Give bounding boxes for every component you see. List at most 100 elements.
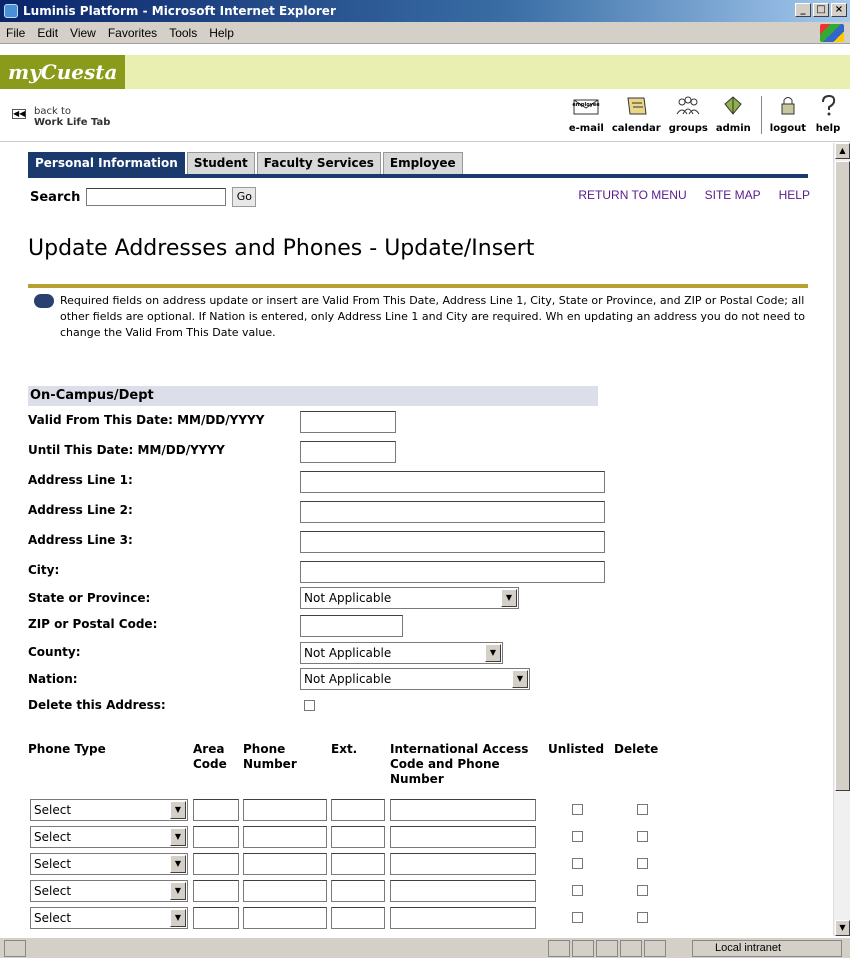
return-to-menu-link[interactable]: RETURN TO MENU	[578, 188, 686, 202]
area-code-input[interactable]	[193, 880, 239, 902]
unlisted-checkbox[interactable]	[572, 858, 583, 869]
phone-type-value: Select	[34, 830, 72, 844]
help-tool[interactable]: help	[814, 94, 842, 134]
email-tool[interactable]: employee e-mail	[569, 94, 604, 134]
employee-email-icon: employee	[573, 99, 601, 115]
groups-tool[interactable]: groups	[669, 94, 708, 134]
phone-number-header: Phone Number	[243, 742, 297, 771]
title-divider	[28, 284, 808, 288]
state-select[interactable]: Not Applicable ▼	[300, 587, 519, 609]
address-line-1-input[interactable]	[300, 471, 605, 493]
close-button[interactable]: ×	[831, 3, 847, 17]
section-header: On-Campus/Dept	[28, 386, 598, 406]
menu-favorites[interactable]: Favorites	[108, 26, 157, 40]
delete-header: Delete	[614, 742, 659, 756]
ext-input[interactable]	[331, 907, 385, 929]
delete-address-checkbox[interactable]	[304, 700, 315, 711]
unlisted-checkbox[interactable]	[572, 885, 583, 896]
site-map-link[interactable]: SITE MAP	[705, 188, 761, 202]
phone-type-select[interactable]: Select ▼	[30, 907, 188, 929]
phone-type-select[interactable]: Select ▼	[30, 799, 188, 821]
tab-faculty-services[interactable]: Faculty Services	[256, 152, 381, 174]
address-line-1-label: Address Line 1:	[28, 473, 133, 487]
chevron-down-icon: ▼	[170, 882, 186, 900]
unlisted-header: Unlisted	[548, 742, 605, 756]
unlisted-checkbox[interactable]	[572, 831, 583, 842]
unlisted-checkbox[interactable]	[572, 804, 583, 815]
help-link[interactable]: HELP	[779, 188, 810, 202]
phone-number-input[interactable]	[243, 853, 327, 875]
menu-tools[interactable]: Tools	[169, 26, 197, 40]
scroll-thumb[interactable]	[835, 161, 850, 791]
tab-employee[interactable]: Employee	[382, 152, 463, 174]
intl-header: International Access Code and Phone Numb…	[390, 742, 529, 786]
go-button[interactable]: Go	[232, 187, 257, 207]
tab-student[interactable]: Student	[186, 152, 255, 174]
window-title-bar: Luminis Platform - Microsoft Internet Ex…	[0, 0, 850, 22]
unlisted-checkbox[interactable]	[572, 912, 583, 923]
phone-number-input[interactable]	[243, 799, 327, 821]
valid-from-input[interactable]	[300, 411, 396, 433]
area-code-input[interactable]	[193, 826, 239, 848]
windows-flag-icon	[820, 24, 844, 42]
menu-bar: File Edit View Favorites Tools Help	[0, 22, 850, 44]
email-label: e-mail	[568, 123, 604, 134]
search-label: Search	[30, 189, 81, 205]
logout-tool[interactable]: logout	[770, 94, 806, 134]
area-code-input[interactable]	[193, 853, 239, 875]
intl-number-input[interactable]	[390, 880, 536, 902]
scroll-up-icon[interactable]: ▲	[835, 143, 850, 159]
back-label: back to	[34, 106, 71, 117]
calendar-icon	[627, 97, 647, 115]
city-label: City:	[28, 563, 60, 577]
search-bar: Search Go	[30, 187, 257, 207]
delete-phone-checkbox[interactable]	[637, 831, 648, 842]
tab-personal-information[interactable]: Personal Information	[28, 152, 185, 174]
address-line-2-input[interactable]	[300, 501, 605, 523]
status-cell	[572, 940, 594, 957]
phone-number-input[interactable]	[243, 880, 327, 902]
delete-phone-checkbox[interactable]	[637, 885, 648, 896]
ext-input[interactable]	[331, 853, 385, 875]
menu-help[interactable]: Help	[209, 26, 234, 40]
ext-input[interactable]	[331, 826, 385, 848]
zip-input[interactable]	[300, 615, 403, 637]
delete-phone-checkbox[interactable]	[637, 912, 648, 923]
scroll-down-icon[interactable]: ▼	[835, 920, 850, 936]
ext-input[interactable]	[331, 880, 385, 902]
area-code-input[interactable]	[193, 799, 239, 821]
delete-phone-checkbox[interactable]	[637, 804, 648, 815]
until-input[interactable]	[300, 441, 396, 463]
ext-input[interactable]	[331, 799, 385, 821]
nation-select[interactable]: Not Applicable ▼	[300, 668, 530, 690]
phone-type-select[interactable]: Select ▼	[30, 880, 188, 902]
intl-number-input[interactable]	[390, 826, 536, 848]
delete-address-label: Delete this Address:	[28, 698, 166, 712]
delete-phone-checkbox[interactable]	[637, 858, 648, 869]
phone-type-value: Select	[34, 857, 72, 871]
area-code-input[interactable]	[193, 907, 239, 929]
phone-number-input[interactable]	[243, 907, 327, 929]
nation-label: Nation:	[28, 672, 78, 686]
menu-file[interactable]: File	[6, 26, 25, 40]
phone-number-input[interactable]	[243, 826, 327, 848]
phone-type-select[interactable]: Select ▼	[30, 853, 188, 875]
minimize-button[interactable]: _	[795, 3, 811, 17]
vertical-scrollbar[interactable]: ▲ ▼	[833, 143, 850, 936]
menu-edit[interactable]: Edit	[37, 26, 58, 40]
county-select[interactable]: Not Applicable ▼	[300, 642, 503, 664]
intl-number-input[interactable]	[390, 907, 536, 929]
county-value: Not Applicable	[304, 646, 392, 660]
intl-number-input[interactable]	[390, 853, 536, 875]
page-status-icon	[4, 940, 26, 957]
admin-tool[interactable]: admin	[716, 94, 751, 134]
city-input[interactable]	[300, 561, 605, 583]
address-line-3-input[interactable]	[300, 531, 605, 553]
search-input[interactable]	[86, 188, 227, 206]
phone-type-select[interactable]: Select ▼	[30, 826, 188, 848]
menu-view[interactable]: View	[70, 26, 96, 40]
intl-number-input[interactable]	[390, 799, 536, 821]
calendar-tool[interactable]: calendar	[612, 94, 661, 134]
maximize-button[interactable]: □	[813, 3, 829, 17]
back-to-work-life-link[interactable]: ◀◀ back to Work Life Tab	[12, 106, 110, 128]
